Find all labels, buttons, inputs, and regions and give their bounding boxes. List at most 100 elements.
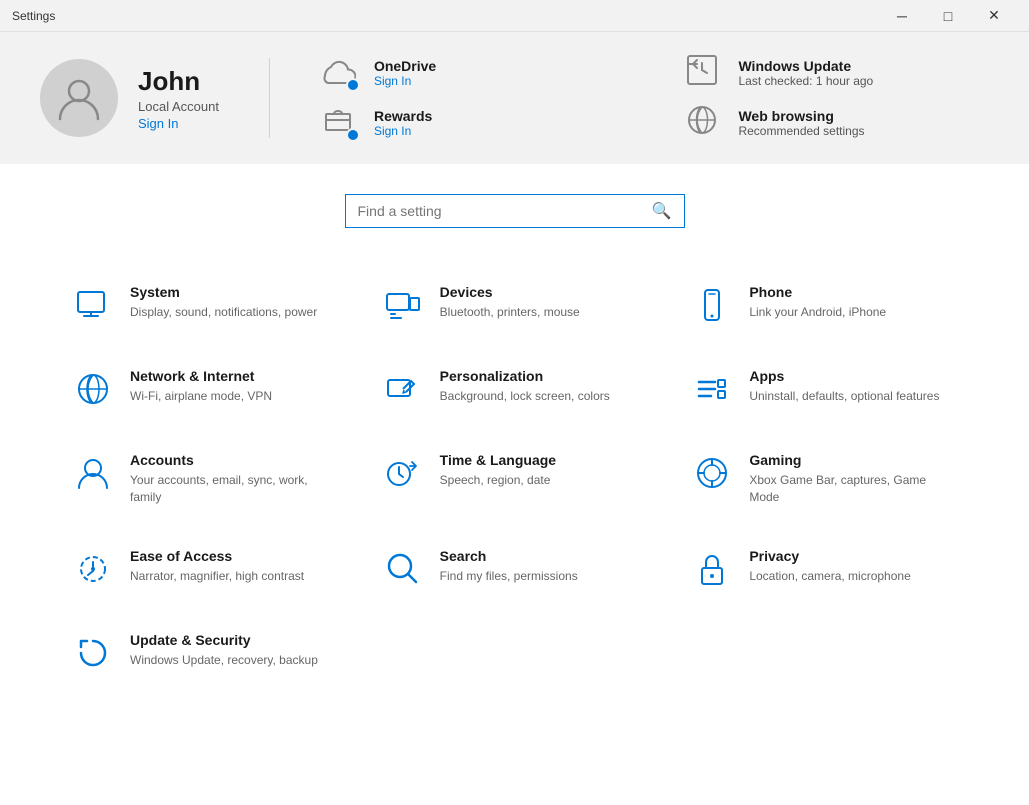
apps-desc: Uninstall, defaults, optional features bbox=[749, 388, 939, 405]
settings-grid-container: System Display, sound, notifications, po… bbox=[60, 268, 969, 690]
rewards-name: Rewards bbox=[374, 108, 432, 124]
maximize-button[interactable]: □ bbox=[925, 0, 971, 32]
rewards-dot bbox=[346, 128, 360, 142]
phone-icon bbox=[691, 284, 733, 326]
header-section: John Local Account Sign In OneDrive Sign… bbox=[0, 32, 1029, 164]
setting-ease[interactable]: Ease of Access Narrator, magnifier, high… bbox=[60, 532, 350, 606]
title-bar: Settings ─ □ ✕ bbox=[0, 0, 1029, 32]
setting-phone[interactable]: Phone Link your Android, iPhone bbox=[679, 268, 969, 342]
web-browsing-text: Web browsing Recommended settings bbox=[738, 108, 864, 138]
update-desc: Windows Update, recovery, backup bbox=[130, 652, 318, 669]
minimize-button[interactable]: ─ bbox=[879, 0, 925, 32]
profile-signin-link[interactable]: Sign In bbox=[138, 116, 219, 131]
update-text: Update & Security Windows Update, recove… bbox=[130, 632, 318, 669]
header-divider bbox=[269, 58, 270, 138]
profile-info: John Local Account Sign In bbox=[138, 66, 219, 131]
setting-time[interactable]: Time & Language Speech, region, date bbox=[370, 436, 660, 522]
rewards-icon bbox=[320, 102, 362, 144]
time-name: Time & Language bbox=[440, 452, 556, 468]
onedrive-name: OneDrive bbox=[374, 58, 436, 74]
privacy-icon bbox=[691, 548, 733, 590]
search-setting-desc: Find my files, permissions bbox=[440, 568, 578, 585]
apps-text: Apps Uninstall, defaults, optional featu… bbox=[749, 368, 939, 405]
service-windows-update[interactable]: Windows Update Last checked: 1 hour ago bbox=[684, 52, 989, 94]
system-desc: Display, sound, notifications, power bbox=[130, 304, 317, 321]
gaming-icon bbox=[691, 452, 733, 494]
setting-privacy[interactable]: Privacy Location, camera, microphone bbox=[679, 532, 969, 606]
update-name: Update & Security bbox=[130, 632, 318, 648]
setting-personalization[interactable]: Personalization Background, lock screen,… bbox=[370, 352, 660, 426]
accounts-name: Accounts bbox=[130, 452, 338, 468]
update-icon bbox=[72, 632, 114, 674]
windows-update-icon bbox=[684, 52, 726, 94]
rewards-text: Rewards Sign In bbox=[374, 108, 432, 138]
system-text: System Display, sound, notifications, po… bbox=[130, 284, 317, 321]
devices-name: Devices bbox=[440, 284, 580, 300]
ease-desc: Narrator, magnifier, high contrast bbox=[130, 568, 304, 585]
search-input[interactable] bbox=[358, 203, 652, 219]
search-setting-name: Search bbox=[440, 548, 578, 564]
onedrive-action[interactable]: Sign In bbox=[374, 74, 436, 88]
setting-gaming[interactable]: Gaming Xbox Game Bar, captures, Game Mod… bbox=[679, 436, 969, 522]
windows-update-text: Windows Update Last checked: 1 hour ago bbox=[738, 58, 873, 88]
devices-desc: Bluetooth, printers, mouse bbox=[440, 304, 580, 321]
avatar bbox=[40, 59, 118, 137]
apps-icon bbox=[691, 368, 733, 410]
setting-search[interactable]: Search Find my files, permissions bbox=[370, 532, 660, 606]
accounts-text: Accounts Your accounts, email, sync, wor… bbox=[130, 452, 338, 506]
phone-name: Phone bbox=[749, 284, 886, 300]
setting-network[interactable]: Network & Internet Wi-Fi, airplane mode,… bbox=[60, 352, 350, 426]
web-browsing-name: Web browsing bbox=[738, 108, 864, 124]
search-icon: 🔍 bbox=[652, 201, 672, 221]
privacy-desc: Location, camera, microphone bbox=[749, 568, 910, 585]
devices-text: Devices Bluetooth, printers, mouse bbox=[440, 284, 580, 321]
personalization-name: Personalization bbox=[440, 368, 610, 384]
header-services: OneDrive Sign In Windows Update Last che… bbox=[320, 52, 989, 144]
window-controls: ─ □ ✕ bbox=[879, 0, 1017, 32]
network-desc: Wi-Fi, airplane mode, VPN bbox=[130, 388, 272, 405]
privacy-text: Privacy Location, camera, microphone bbox=[749, 548, 910, 585]
personalization-desc: Background, lock screen, colors bbox=[440, 388, 610, 405]
setting-apps[interactable]: Apps Uninstall, defaults, optional featu… bbox=[679, 352, 969, 426]
search-setting-icon bbox=[382, 548, 424, 590]
settings-grid: System Display, sound, notifications, po… bbox=[0, 258, 1029, 805]
ease-name: Ease of Access bbox=[130, 548, 304, 564]
onedrive-dot bbox=[346, 78, 360, 92]
gaming-name: Gaming bbox=[749, 452, 957, 468]
apps-name: Apps bbox=[749, 368, 939, 384]
windows-update-desc: Last checked: 1 hour ago bbox=[738, 74, 873, 88]
ease-icon bbox=[72, 548, 114, 590]
service-web-browsing[interactable]: Web browsing Recommended settings bbox=[684, 102, 989, 144]
setting-accounts[interactable]: Accounts Your accounts, email, sync, wor… bbox=[60, 436, 350, 522]
app-title: Settings bbox=[12, 9, 55, 23]
devices-icon bbox=[382, 284, 424, 326]
search-section: 🔍 bbox=[0, 164, 1029, 258]
system-icon bbox=[72, 284, 114, 326]
network-icon bbox=[72, 368, 114, 410]
setting-devices[interactable]: Devices Bluetooth, printers, mouse bbox=[370, 268, 660, 342]
privacy-name: Privacy bbox=[749, 548, 910, 564]
ease-text: Ease of Access Narrator, magnifier, high… bbox=[130, 548, 304, 585]
search-setting-text: Search Find my files, permissions bbox=[440, 548, 578, 585]
setting-system[interactable]: System Display, sound, notifications, po… bbox=[60, 268, 350, 342]
web-browsing-desc: Recommended settings bbox=[738, 124, 864, 138]
gaming-desc: Xbox Game Bar, captures, Game Mode bbox=[749, 472, 957, 506]
profile-name: John bbox=[138, 66, 219, 97]
windows-update-name: Windows Update bbox=[738, 58, 873, 74]
profile-account-type: Local Account bbox=[138, 99, 219, 114]
time-icon bbox=[382, 452, 424, 494]
network-name: Network & Internet bbox=[130, 368, 272, 384]
time-desc: Speech, region, date bbox=[440, 472, 556, 489]
rewards-action[interactable]: Sign In bbox=[374, 124, 432, 138]
setting-update[interactable]: Update & Security Windows Update, recove… bbox=[60, 616, 350, 690]
service-rewards[interactable]: Rewards Sign In bbox=[320, 102, 625, 144]
web-browsing-icon bbox=[684, 102, 726, 144]
time-text: Time & Language Speech, region, date bbox=[440, 452, 556, 489]
close-button[interactable]: ✕ bbox=[971, 0, 1017, 32]
personalization-text: Personalization Background, lock screen,… bbox=[440, 368, 610, 405]
profile-section: John Local Account Sign In bbox=[40, 59, 219, 137]
personalization-icon bbox=[382, 368, 424, 410]
phone-desc: Link your Android, iPhone bbox=[749, 304, 886, 321]
service-onedrive[interactable]: OneDrive Sign In bbox=[320, 52, 625, 94]
gaming-text: Gaming Xbox Game Bar, captures, Game Mod… bbox=[749, 452, 957, 506]
